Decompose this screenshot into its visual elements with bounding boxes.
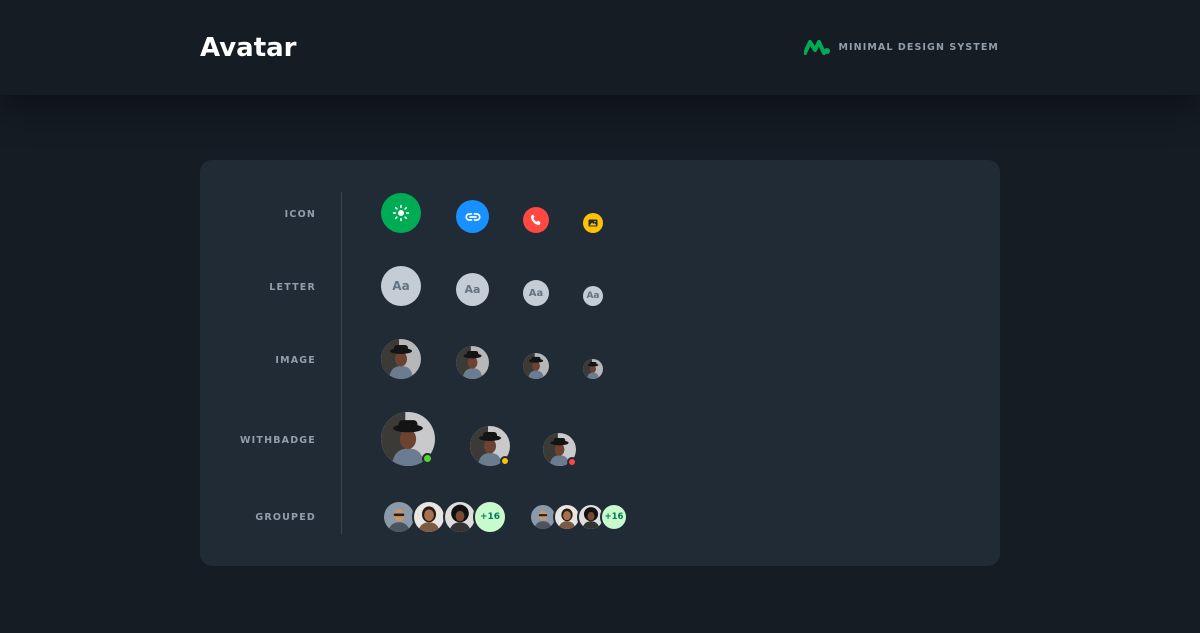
person-photo <box>456 346 489 379</box>
group-avatar[interactable] <box>382 500 416 534</box>
image-avatar-large[interactable] <box>381 339 421 379</box>
link-icon <box>465 212 480 221</box>
brand-logo-icon <box>804 40 831 55</box>
status-badge-busy <box>567 457 577 467</box>
page-header: Avatar MINIMAL DESIGN SYSTEM <box>0 0 1200 95</box>
person-photo <box>555 505 579 529</box>
group-avatar[interactable] <box>443 500 477 534</box>
icon-avatar-phone[interactable] <box>523 207 549 233</box>
group-avatar[interactable] <box>412 500 446 534</box>
letter-avatar-large[interactable]: Aa <box>381 266 421 306</box>
row-label-grouped: GROUPED <box>255 512 316 523</box>
row-label-letter: LETTER <box>269 282 316 293</box>
badge-avatar-away[interactable] <box>470 426 510 466</box>
person-photo <box>414 502 444 532</box>
image-avatar-small[interactable] <box>523 353 549 379</box>
divider <box>341 192 342 534</box>
group-more-count[interactable]: +16 <box>600 503 628 531</box>
icon-avatar-link[interactable] <box>456 200 489 233</box>
group-more-count[interactable]: +16 <box>473 500 507 534</box>
badge-avatar-busy[interactable] <box>543 433 577 467</box>
brand[interactable]: MINIMAL DESIGN SYSTEM <box>804 39 999 55</box>
avatar-showcase-card: ICON LETTER IMAGE WITHBADGE GROUPED Aa A… <box>200 160 1000 566</box>
row-label-icon: ICON <box>284 209 316 220</box>
status-badge-online <box>422 453 433 464</box>
person-photo <box>531 505 555 529</box>
letter-avatar-medium[interactable]: Aa <box>456 273 489 306</box>
icon-avatar-sun[interactable] <box>381 193 421 233</box>
person-photo <box>381 339 421 379</box>
person-photo <box>583 359 603 379</box>
row-label-withbadge: WITHBADGE <box>239 435 316 446</box>
badge-avatar-online[interactable] <box>381 412 435 466</box>
person-photo <box>445 502 475 532</box>
image-avatar-medium[interactable] <box>456 346 489 379</box>
phone-icon <box>530 214 541 226</box>
letter-avatar-small[interactable]: Aa <box>523 280 549 306</box>
brand-name: MINIMAL DESIGN SYSTEM <box>838 41 999 53</box>
sun-icon <box>392 204 410 222</box>
letter-avatar-xsmall[interactable]: Aa <box>583 286 603 306</box>
page-title: Avatar <box>200 33 297 63</box>
person-photo <box>523 353 549 379</box>
row-label-image: IMAGE <box>275 355 316 366</box>
status-badge-away <box>500 456 510 466</box>
image-avatar-xsmall[interactable] <box>583 359 603 379</box>
person-photo <box>384 502 414 532</box>
icon-avatar-image[interactable] <box>583 213 603 233</box>
image-icon <box>588 219 598 227</box>
